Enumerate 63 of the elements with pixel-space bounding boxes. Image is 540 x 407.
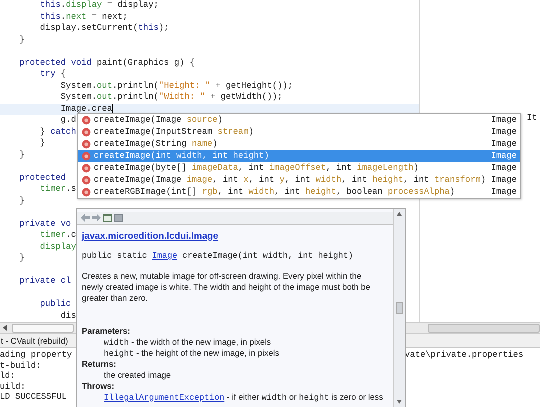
code-line: private vo xyxy=(18,218,72,230)
vertical-scrollbar[interactable] xyxy=(393,209,405,407)
console-line: t-build: xyxy=(0,360,42,372)
dot-icon xyxy=(82,116,91,124)
code-line: } xyxy=(18,34,25,46)
description-text: Creates a new, mutable image for off-screen drawing. Every pixel within the newly created image is white. The width and height of the image must both be greater than zero. xyxy=(82,271,372,304)
scroll-down-icon[interactable] xyxy=(397,400,402,404)
code-line: System.out.println("Width: " + getWidth()); xyxy=(60,92,283,104)
section-heading: Returns: xyxy=(82,359,118,370)
section-entry: IllegalArgumentException - if either width or height is zero or less xyxy=(103,392,384,403)
completion-item[interactable]: createImage(InputStream stream) Image xyxy=(78,126,520,138)
code-line: Image.crea xyxy=(60,104,112,115)
dot-icon xyxy=(82,164,91,172)
dot-icon xyxy=(82,140,91,148)
section-heading: Throws: xyxy=(82,381,116,392)
class-link[interactable]: javax.microedition.lcdui.Image xyxy=(82,230,219,241)
forward-arrow-icon[interactable] xyxy=(92,214,101,222)
window-icon[interactable] xyxy=(103,214,112,222)
scroll-up-icon[interactable] xyxy=(397,212,402,216)
completion-item[interactable]: createRGBImage(int[] rgb, int width, int height, boolean processAlpha) Image xyxy=(78,186,520,198)
code-line: g.d xyxy=(60,115,76,126)
dot-icon xyxy=(82,152,91,160)
dot-icon xyxy=(82,128,91,136)
completion-item[interactable]: createImage(byte[] imageData, int imageOffset, int imageLength) Image xyxy=(78,162,520,174)
text-caret xyxy=(112,104,114,114)
code-line: } xyxy=(18,150,25,161)
completion-item[interactable]: createImage(Image image, int x, int y, int width, int height, int transform) Image xyxy=(78,174,520,186)
dot-icon xyxy=(82,188,91,196)
console-line: LD SUCCESSFUL xyxy=(0,392,68,403)
code-line: } xyxy=(18,196,25,207)
back-arrow-icon[interactable] xyxy=(81,214,90,222)
code-line: display.setCurrent(this); xyxy=(39,23,170,34)
console-tab[interactable]: t - CVault (rebuild) xyxy=(0,336,68,346)
code-line: protected xyxy=(18,172,66,184)
code-line: timer.s xyxy=(39,184,76,196)
dot-icon xyxy=(82,176,91,184)
code-line: } xyxy=(39,138,46,150)
code-line: protected void paint(Graphics g) { xyxy=(18,58,195,69)
section-entry: height - the height of the new image, in pixels xyxy=(103,348,280,359)
section-entry: width - the width of the new image, in pixels xyxy=(103,337,272,348)
section-heading: Parameters: xyxy=(82,326,132,337)
console-line: uild: xyxy=(0,382,27,392)
code-line: private cl xyxy=(18,276,72,288)
code-line: try { xyxy=(39,69,66,80)
code-line: display xyxy=(39,242,76,253)
completion-item[interactable]: createImage(String name) Image xyxy=(78,138,520,150)
scroll-thumb[interactable] xyxy=(396,302,403,314)
panel-text: It xyxy=(527,113,538,123)
code-line: dis xyxy=(60,310,76,322)
console-line: ading property xyxy=(0,350,74,361)
section-entry: the created image xyxy=(103,370,172,381)
scroll-left-icon[interactable] xyxy=(3,325,8,331)
code-line: this.next = next; xyxy=(39,12,128,23)
method-signature: public static Image createImage(int width, int height) xyxy=(82,250,354,261)
code-line: } catch xyxy=(39,126,76,138)
console-line: vate\private.properties xyxy=(405,350,524,361)
completion-item[interactable]: createImage(Image source) Image xyxy=(78,114,520,126)
code-line: timer.c xyxy=(39,230,76,242)
code-line: public xyxy=(39,299,72,310)
console-line: ld: xyxy=(0,371,16,382)
code-line: this.display = display; xyxy=(39,0,159,12)
code-line: System.out.println("Height: " + getHeight()); xyxy=(60,80,293,92)
code-line: } xyxy=(18,253,25,264)
